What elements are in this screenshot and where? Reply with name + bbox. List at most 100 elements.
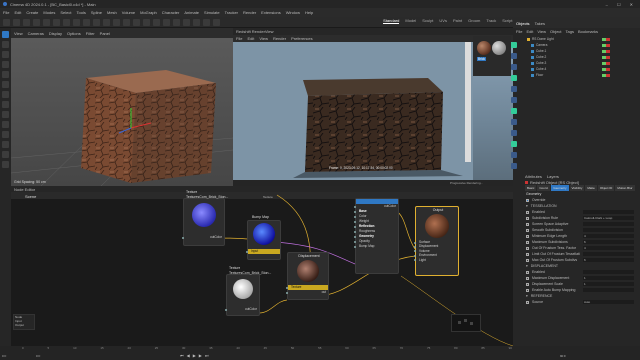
toolbar-button[interactable]: [53, 19, 60, 26]
layout-tab-sculpt[interactable]: Sculpt: [422, 18, 433, 24]
menu-animate[interactable]: Animate: [184, 10, 199, 15]
objects-tab-objects[interactable]: Objects: [516, 21, 530, 26]
menu-modes[interactable]: Modes: [43, 10, 55, 15]
toolbar-button[interactable]: [93, 19, 100, 26]
right-tool-button[interactable]: [511, 108, 517, 114]
prev-frame-icon[interactable]: ◀: [187, 353, 190, 358]
toolbar-button[interactable]: [153, 19, 160, 26]
objects-menu-bookmarks[interactable]: Bookmarks: [578, 29, 598, 34]
material-swatch-brick[interactable]: [477, 41, 491, 55]
toolbar-button[interactable]: [123, 19, 130, 26]
render-view[interactable]: Redshift RenderView File Edit View Render Pr…: [233, 28, 513, 186]
menu-select[interactable]: Select: [60, 10, 71, 15]
row-value[interactable]: 1: [583, 276, 634, 280]
toolbar-button[interactable]: [203, 19, 210, 26]
toolbar-button[interactable]: [103, 19, 110, 26]
right-tool-button[interactable]: [511, 97, 517, 103]
play-icon[interactable]: ▶: [193, 353, 196, 358]
row-checkbox[interactable]: [526, 222, 529, 226]
toolbar-button[interactable]: [193, 19, 200, 26]
right-tool-button[interactable]: [511, 119, 517, 125]
port-light[interactable]: Light: [414, 258, 458, 262]
row-value[interactable]: [583, 288, 634, 292]
port-bump-map[interactable]: Bump Map: [354, 244, 398, 249]
render-menu-preferences[interactable]: Preferences: [291, 36, 313, 41]
row-value[interactable]: 4: [583, 246, 634, 250]
node-texture-1[interactable]: Texture TexturesCom_Brick_Ston... outCol…: [182, 190, 228, 246]
layout-tab-paint[interactable]: Paint: [453, 18, 462, 24]
viewport-menu-cameras[interactable]: Cameras: [28, 31, 44, 36]
skip-end-icon[interactable]: ⏭: [205, 353, 209, 358]
objects-menu-view[interactable]: View: [537, 29, 546, 34]
row-checkbox[interactable]: [526, 270, 529, 274]
row-value[interactable]: [583, 210, 634, 214]
row-checkbox[interactable]: [526, 228, 529, 232]
attribute-subtab-visibility[interactable]: Visibility: [569, 185, 585, 191]
menu-simulate[interactable]: Simulate: [204, 10, 220, 15]
row-checkbox[interactable]: [526, 252, 529, 256]
next-frame-icon[interactable]: ▶: [199, 353, 202, 358]
right-tool-button[interactable]: [511, 152, 517, 158]
menu-window[interactable]: Window: [286, 10, 300, 15]
attribute-subtab-coord[interactable]: Coord.: [537, 185, 551, 191]
mini-output[interactable]: Output: [14, 323, 34, 327]
menu-mograph[interactable]: MoGraph: [140, 10, 157, 15]
render-menu-file[interactable]: File: [236, 36, 242, 41]
row-checkbox[interactable]: [526, 276, 529, 280]
render-menu-edit[interactable]: Edit: [247, 36, 254, 41]
layout-tab-uvs[interactable]: UVs: [439, 18, 447, 24]
menu-edit[interactable]: Edit: [14, 10, 21, 15]
timeline-ruler[interactable]: 0 5 10 15 20 25 30 35 40 45 50 55 60 65 70 75 80 85 90: [22, 346, 512, 351]
toolbar-button[interactable]: [13, 19, 20, 26]
menu-file[interactable]: File: [3, 10, 9, 15]
row-value[interactable]: [583, 252, 634, 256]
toolbar-button[interactable]: [33, 19, 40, 26]
toolbar-button[interactable]: [3, 19, 10, 26]
override-checkbox[interactable]: [526, 198, 529, 202]
objects-menu-tags[interactable]: Tags: [566, 29, 574, 34]
layout-tab-track[interactable]: Track: [486, 18, 496, 24]
menu-tools[interactable]: Tools: [77, 10, 86, 15]
skip-start-icon[interactable]: ⏮: [180, 353, 184, 358]
attribute-tab-attributes[interactable]: Attributes: [525, 174, 542, 179]
viewport-menu-filter[interactable]: Filter: [86, 31, 95, 36]
left-tool-button[interactable]: [2, 61, 9, 68]
viewport-menu-display[interactable]: Display: [49, 31, 62, 36]
row-checkbox[interactable]: [526, 258, 529, 262]
objects-menu-object[interactable]: Object: [550, 29, 562, 34]
menu-render[interactable]: Render: [243, 10, 256, 15]
viewport-menu-panel[interactable]: Panel: [100, 31, 110, 36]
row-checkbox[interactable]: [526, 210, 529, 214]
row-value[interactable]: [583, 222, 634, 226]
row-value[interactable]: 6: [583, 258, 634, 262]
toolbar-button[interactable]: [173, 19, 180, 26]
left-tool-button[interactable]: [2, 111, 9, 118]
timeline-end[interactable]: 90 F: [560, 354, 566, 358]
left-tool-button[interactable]: [2, 91, 9, 98]
node-editor[interactable]: Node Editor Scene Texture TexturesCom_Br…: [11, 186, 513, 346]
viewport-menu-options[interactable]: Options: [67, 31, 81, 36]
row-value[interactable]: 1: [583, 282, 634, 286]
objects-menu-edit[interactable]: Edit: [526, 29, 533, 34]
toolbar-button[interactable]: [163, 19, 170, 26]
layout-tab-script[interactable]: Script: [502, 18, 512, 24]
node-texture-2[interactable]: Texture TexturesCom_Brick_Ston... outCol…: [225, 266, 271, 316]
row-checkbox[interactable]: [526, 234, 529, 238]
attribute-subtab-geometry[interactable]: Geometry: [551, 185, 569, 191]
attribute-tab-layers[interactable]: Layers: [547, 174, 559, 179]
left-tool-button[interactable]: [2, 81, 9, 88]
port-outColor[interactable]: outColor: [182, 235, 224, 240]
row-value[interactable]: 4: [583, 234, 634, 238]
node-bump-map[interactable]: Bump Map Input: [246, 215, 281, 260]
left-tool-button[interactable]: [2, 121, 9, 128]
menu-tracker[interactable]: Tracker: [225, 10, 238, 15]
toolbar-button[interactable]: [83, 19, 90, 26]
right-tool-button[interactable]: [511, 64, 517, 70]
row-checkbox[interactable]: [526, 300, 529, 304]
material-swatch-default[interactable]: [492, 41, 506, 55]
port-input[interactable]: Input: [246, 249, 280, 254]
left-tool-button[interactable]: [2, 131, 9, 138]
toolbar-button[interactable]: [143, 19, 150, 26]
left-tool-button[interactable]: [2, 151, 9, 158]
window-controls[interactable]: – ☐ ✕: [606, 2, 640, 7]
